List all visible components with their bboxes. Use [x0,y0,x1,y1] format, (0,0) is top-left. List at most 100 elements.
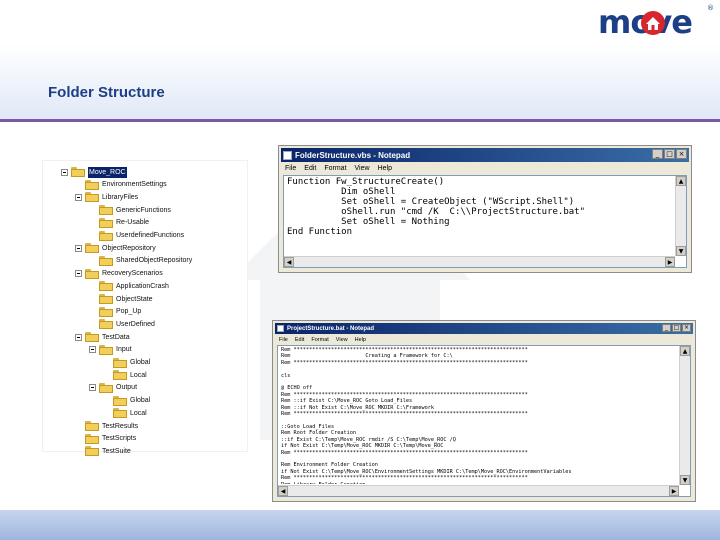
folder-icon [99,205,113,216]
tree-item-label: ObjectRepository [102,244,156,252]
tree-item[interactable]: ApplicationCrash [89,280,169,292]
tree-item[interactable]: TestResults [75,420,138,432]
menu-file[interactable]: File [285,165,296,172]
tree-item-label: UserdefinedFunctions [116,232,185,239]
tree-item-label: ObjectState [116,295,153,303]
tree-item-label: ApplicationCrash [116,282,169,290]
tree-item[interactable]: RecoveryScenarios [75,268,163,280]
tree-item[interactable]: Move_ROC [61,166,127,178]
code-line: Set oShell = CreateObject ("WScript.Shel… [287,197,575,207]
scroll-right-icon[interactable]: ▶ [665,257,675,267]
close-button[interactable]: × [676,149,687,159]
menu-edit[interactable]: Edit [295,337,304,343]
minimize-button[interactable]: _ [662,324,671,332]
menu-bar: File Edit Format View Help [275,335,693,344]
tree-item[interactable]: UserdefinedFunctions [89,230,184,242]
folder-icon [113,408,127,419]
registered-mark: ® [707,4,714,12]
close-button[interactable]: × [682,324,691,332]
editor-area[interactable]: Function Fw_StructureCreate() Dim oShell… [283,175,687,268]
tree-item[interactable]: Re-Usable [89,217,149,229]
notepad-icon [277,325,284,332]
tree-item[interactable]: Local [103,369,147,381]
maximize-button[interactable]: □ [664,149,675,159]
collapse-toggle-icon[interactable] [89,346,96,354]
collapse-toggle-icon[interactable] [75,193,82,201]
folder-icon [85,268,99,279]
tree-item-label: Global [130,359,151,366]
scroll-right-icon[interactable]: ▶ [669,486,679,496]
collapse-toggle-icon[interactable] [75,270,82,278]
tree-item[interactable]: Input [89,344,132,356]
tree-item-label: TestScripts [102,435,137,443]
collapse-toggle-icon[interactable] [75,244,82,252]
folder-icon [85,332,99,343]
tree-item[interactable]: Output [89,382,137,394]
tree-item-label: RecoveryScenarios [102,270,163,278]
scroll-down-icon[interactable]: ▼ [680,475,690,485]
tree-item[interactable]: ObjectRepository [75,242,156,254]
menu-view[interactable]: View [355,165,370,172]
menu-edit[interactable]: Edit [304,165,316,172]
horizontal-scrollbar[interactable]: ◀ ▶ [278,485,679,496]
house-icon [641,11,665,35]
window-controls: _ □ × [652,149,687,159]
folder-icon [71,167,85,177]
tree-item[interactable]: TestSuite [75,445,131,457]
window-title: ProjectStructure.bat - Notepad [287,325,375,332]
maximize-button[interactable]: □ [672,324,681,332]
menu-bar: File Edit Format View Help [281,163,689,174]
menu-format[interactable]: Format [324,165,346,172]
tree-item-label: UserDefined [116,320,155,328]
tree-item[interactable]: Global [103,395,150,407]
menu-format[interactable]: Format [311,337,328,343]
tree-item-label: Re-Usable [116,219,150,227]
tree-item[interactable]: GenericFunctions [89,204,171,216]
tree-item[interactable]: TestScripts [75,433,136,445]
tree-item[interactable]: Pop_Up [89,306,141,318]
vertical-scrollbar[interactable]: ▲ ▼ [679,346,690,485]
window-titlebar[interactable]: FolderStructure.vbs - Notepad _ □ × [281,148,689,162]
folder-icon [113,357,127,368]
folder-icon [99,217,113,228]
menu-help[interactable]: Help [355,337,366,343]
tree-item[interactable]: SharedObjectRepository [89,255,192,267]
scroll-down-icon[interactable]: ▼ [676,246,686,256]
notepad-window-vbs: FolderStructure.vbs - Notepad _ □ × File… [278,145,692,273]
tree-item[interactable]: Global [103,357,150,369]
folder-icon [99,306,113,317]
horizontal-scrollbar[interactable]: ◀ ▶ [284,256,675,267]
slide-title: Folder Structure [48,84,165,101]
code-line: Set oShell = Nothing [287,217,450,227]
footer-band [0,510,720,540]
tree-item[interactable]: TestData [75,331,130,343]
scroll-left-icon[interactable]: ◀ [284,257,294,267]
code-text[interactable]: Rem ************************************… [281,347,676,484]
menu-file[interactable]: File [279,337,288,343]
minimize-button[interactable]: _ [652,149,663,159]
tree-item[interactable]: UserDefined [89,318,155,330]
code-text[interactable]: Function Fw_StructureCreate() Dim oShell… [287,177,672,255]
collapse-toggle-icon[interactable] [89,384,96,392]
folder-icon [99,382,113,393]
scroll-left-icon[interactable]: ◀ [278,486,288,496]
code-line: Rem Library Folder Creation [281,482,676,484]
window-titlebar[interactable]: ProjectStructure.bat - Notepad _ □ × [275,323,693,334]
tree-item[interactable]: EnvironmentSettings [75,179,167,191]
vertical-scrollbar[interactable]: ▲ ▼ [675,176,686,256]
tree-item-label: TestSuite [102,447,131,455]
tree-item[interactable]: LibraryFiles [75,191,138,203]
menu-view[interactable]: View [336,337,348,343]
collapse-toggle-icon[interactable] [75,333,82,341]
folder-icon [99,344,113,355]
scroll-up-icon[interactable]: ▲ [676,176,686,186]
collapse-toggle-icon[interactable] [61,168,68,176]
notepad-window-bat: ProjectStructure.bat - Notepad _ □ × Fil… [272,320,696,502]
tree-item[interactable]: ObjectState [89,293,153,305]
editor-area[interactable]: Rem ************************************… [277,345,691,497]
menu-help[interactable]: Help [378,165,392,172]
tree-item[interactable]: Local [103,407,147,419]
scroll-up-icon[interactable]: ▲ [680,346,690,356]
folder-icon [113,395,127,406]
folder-icon [85,243,99,254]
